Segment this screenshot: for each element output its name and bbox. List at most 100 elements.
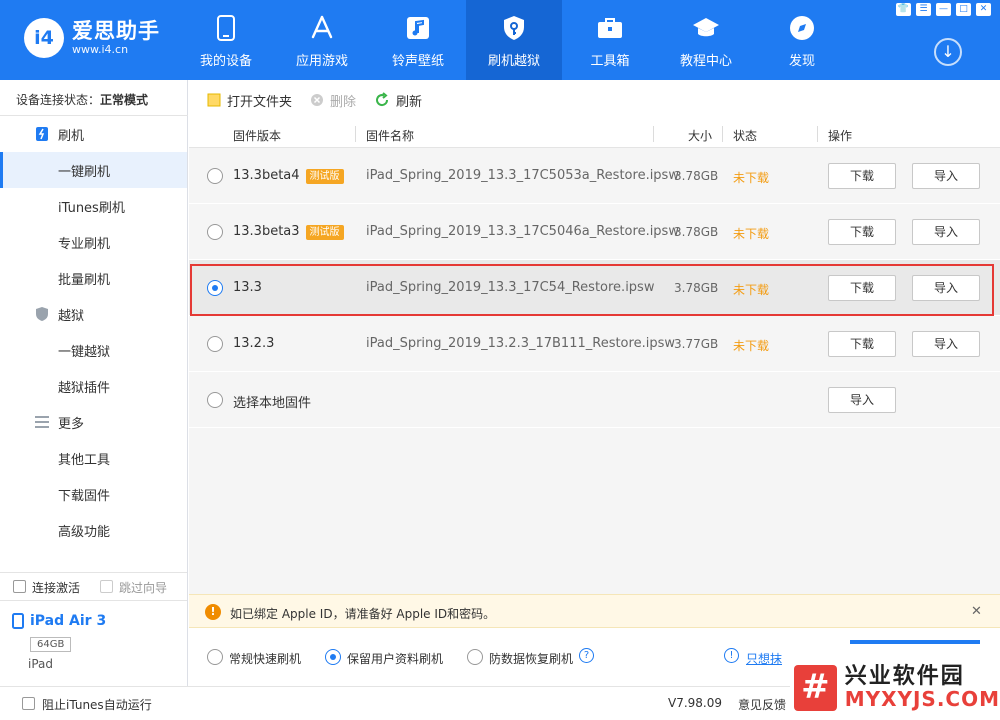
firmware-version: 13.2.3 (233, 336, 275, 351)
notice-close-icon[interactable]: ✕ (971, 604, 982, 619)
download-manager-icon[interactable]: ↓ (934, 38, 962, 66)
quick-flash-radio[interactable] (207, 649, 223, 665)
firmware-version: 13.3beta3 (233, 224, 300, 239)
compass-icon (788, 14, 816, 42)
firmware-name: iPad_Spring_2019_13.2.3_17B111_Restore.i… (366, 336, 675, 351)
block-itunes-checkbox[interactable] (22, 697, 35, 710)
row-radio[interactable] (207, 168, 223, 184)
connect-activate-label: 连接激活 (32, 581, 81, 595)
beta-badge: 测试版 (305, 225, 344, 240)
watermark-title: 兴业软件园 (844, 664, 965, 689)
app-version: V7.98.09 (668, 696, 723, 710)
table-row[interactable]: 13.2.3 iPad_Spring_2019_13.2.3_17B111_Re… (189, 316, 1000, 372)
close-icon[interactable]: ✕ (976, 3, 991, 16)
sidebar-item-jailbreak-plugins[interactable]: 越狱插件 (0, 368, 187, 404)
sidebar-group-more[interactable]: 更多 (0, 404, 187, 440)
nav-ringtones[interactable]: 铃声壁纸 (370, 0, 466, 80)
app-store-icon (308, 14, 336, 42)
warning-icon: ! (205, 604, 221, 620)
flash-now-button-edge[interactable] (850, 640, 980, 644)
app-header: i4 爱思助手 www.i4.cn 我的设备 应用游戏 铃声壁纸 刷机越狱 工具… (0, 0, 1000, 80)
tablet-icon (12, 613, 24, 629)
sidebar-group-jailbreak[interactable]: 越狱 (0, 296, 187, 332)
empty-table-area (189, 428, 1000, 594)
col-version: 固件版本 (233, 129, 282, 143)
folder-icon (207, 93, 221, 107)
music-icon (404, 14, 432, 42)
menu-icon[interactable]: ☰ (916, 3, 931, 16)
help-icon[interactable]: ? (579, 648, 594, 663)
open-folder-button[interactable]: 打开文件夹 (207, 91, 292, 110)
device-info: iPad Air 3 64GB iPad (0, 600, 187, 686)
logo-mark-icon: i4 (24, 18, 64, 58)
anti-recovery-radio[interactable] (467, 649, 483, 665)
download-button[interactable]: 下载 (828, 331, 896, 357)
graduation-cap-icon (692, 14, 720, 42)
block-itunes-label: 阻止iTunes自动运行 (42, 698, 152, 712)
maximize-icon[interactable]: □ (956, 3, 971, 16)
nav-discover[interactable]: 发现 (754, 0, 850, 80)
device-name: iPad Air 3 (30, 613, 107, 629)
download-button[interactable]: 下载 (828, 219, 896, 245)
device-type: iPad (28, 657, 54, 671)
toolbox-icon (596, 14, 624, 42)
nav-apps-games[interactable]: 应用游戏 (274, 0, 370, 80)
connection-status-label: 设备连接状态： (16, 93, 101, 107)
list-icon (34, 414, 50, 430)
erase-only-link[interactable]: 只想抹 (746, 650, 782, 667)
download-status: 未下载 (733, 227, 770, 241)
import-button[interactable]: 导入 (912, 331, 980, 357)
sidebar-item-one-click-jailbreak[interactable]: 一键越狱 (0, 332, 187, 368)
sidebar-item-batch-flash[interactable]: 批量刷机 (0, 260, 187, 296)
keep-data-radio[interactable] (325, 649, 341, 665)
sidebar-item-download-firmware[interactable]: 下载固件 (0, 476, 187, 512)
download-button[interactable]: 下载 (828, 163, 896, 189)
device-storage: 64GB (30, 637, 72, 652)
firmware-table-header: 固件版本 固件名称 大小 状态 操作 (189, 120, 1000, 148)
nav-tutorials[interactable]: 教程中心 (658, 0, 754, 80)
download-status: 未下载 (733, 171, 770, 185)
watermark-logo-icon: # (794, 665, 837, 711)
apple-id-notice: ! 如已绑定 Apple ID，请准备好 Apple ID和密码。 ✕ (189, 594, 1000, 628)
refresh-button[interactable]: 刷新 (374, 91, 422, 110)
sidebar-item-pro-flash[interactable]: 专业刷机 (0, 224, 187, 260)
firmware-version: 13.3beta4 (233, 168, 300, 183)
sidebar-item-itunes-flash[interactable]: iTunes刷机 (0, 188, 187, 224)
shield-icon (34, 306, 50, 322)
table-row[interactable]: 13.3beta4 测试版 iPad_Spring_2019_13.3_17C50… (189, 148, 1000, 204)
skin-icon[interactable]: 👕 (896, 3, 911, 16)
skip-guide-checkbox[interactable] (100, 580, 113, 593)
local-import-button[interactable]: 导入 (828, 387, 896, 413)
flash-phone-icon (34, 126, 50, 142)
nav-flash-jailbreak[interactable]: 刷机越狱 (466, 0, 562, 80)
firmware-name: iPad_Spring_2019_13.3_17C5046a_Restore.i… (366, 224, 679, 239)
col-size: 大小 (688, 129, 713, 143)
import-button[interactable]: 导入 (912, 219, 980, 245)
minimize-icon[interactable]: — (936, 3, 951, 16)
nav-toolbox[interactable]: 工具箱 (562, 0, 658, 80)
firmware-name: iPad_Spring_2019_13.3_17C5053a_Restore.i… (366, 168, 679, 183)
anti-recovery-label: 防数据恢复刷机 (489, 652, 574, 666)
connect-activate-checkbox[interactable] (13, 580, 26, 593)
sidebar-item-other-tools[interactable]: 其他工具 (0, 440, 187, 476)
delete-button[interactable]: 删除 (310, 91, 356, 110)
local-firmware-row[interactable]: 选择本地固件 导入 (189, 372, 1000, 428)
quick-flash-label: 常规快速刷机 (229, 652, 302, 666)
table-row[interactable]: 13.3beta3 测试版 iPad_Spring_2019_13.3_17C50… (189, 204, 1000, 260)
notice-text: 如已绑定 Apple ID，请准备好 Apple ID和密码。 (230, 607, 496, 621)
row-radio[interactable] (207, 224, 223, 240)
skip-guide-label: 跳过向导 (119, 581, 168, 595)
main-nav: 我的设备 应用游戏 铃声壁纸 刷机越狱 工具箱 教程中心 发现 (178, 0, 850, 80)
feedback-link[interactable]: 意见反馈 (738, 696, 786, 713)
sidebar-item-advanced[interactable]: 高级功能 (0, 512, 187, 548)
sidebar-item-one-click-flash[interactable]: 一键刷机 (0, 152, 187, 188)
sidebar: 设备连接状态：正常模式 刷机 一键刷机 iTunes刷机 专业刷机 批量刷机 越… (0, 80, 188, 686)
nav-my-device[interactable]: 我的设备 (178, 0, 274, 80)
download-status: 未下载 (733, 339, 770, 353)
row-radio[interactable] (207, 392, 223, 408)
app-logo[interactable]: i4 爱思助手 www.i4.cn (24, 18, 160, 58)
sidebar-group-flash[interactable]: 刷机 (0, 116, 187, 152)
import-button[interactable]: 导入 (912, 163, 980, 189)
row-radio[interactable] (207, 336, 223, 352)
watermark-url: MYXYJS.COM (844, 687, 1000, 711)
